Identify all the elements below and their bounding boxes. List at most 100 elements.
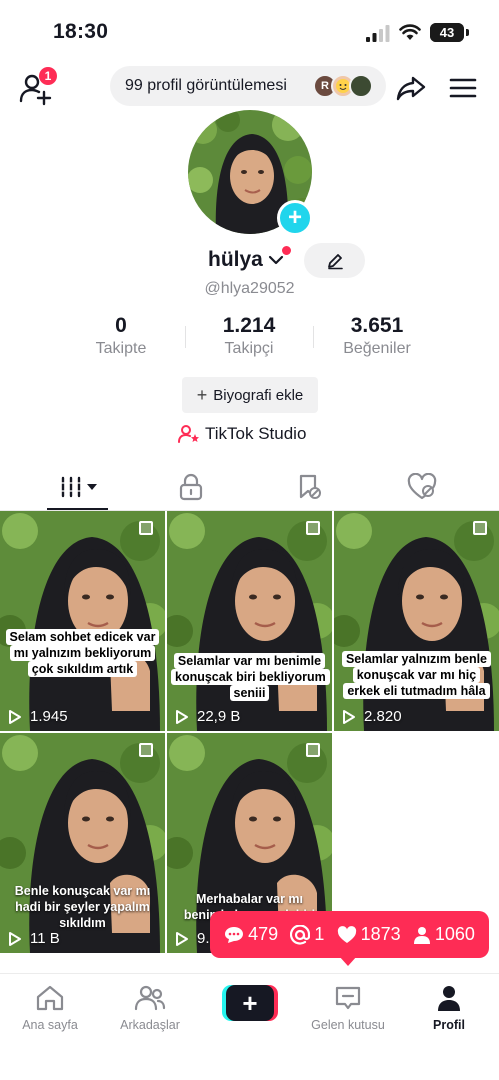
play-count-value: 1.945 xyxy=(30,708,68,725)
popup-followers: 1060 xyxy=(413,924,475,945)
profile-views-label: 99 profil görüntülemesi xyxy=(125,77,287,94)
friends-icon xyxy=(134,985,166,1011)
add-bio-button[interactable]: + Biyografi ekle xyxy=(182,377,318,413)
heart-filled-icon xyxy=(337,925,356,943)
studio-icon xyxy=(178,425,199,443)
inbox-icon xyxy=(335,986,361,1010)
multi-photo-icon xyxy=(139,743,153,757)
multi-photo-icon xyxy=(139,521,153,535)
tiktok-studio-link[interactable]: TikTok Studio xyxy=(178,422,306,446)
tab-videos[interactable] xyxy=(47,469,107,505)
multi-photo-icon xyxy=(473,521,487,535)
edit-profile-button[interactable] xyxy=(304,243,365,278)
nav-label: Profil xyxy=(433,1018,465,1032)
tab-private[interactable] xyxy=(161,469,221,505)
profile-tabs xyxy=(0,465,499,511)
share-icon[interactable] xyxy=(395,72,427,104)
video-thumbnail[interactable]: Selamlar yalnızım benle konuşcak var mı … xyxy=(334,511,499,731)
signal-icon xyxy=(366,25,390,42)
play-icon xyxy=(9,931,21,946)
active-tab-indicator xyxy=(47,508,108,510)
video-caption: Benle konuşcak var mı hadi bir şeyler ya… xyxy=(4,883,161,931)
battery-level: 43 xyxy=(439,25,455,40)
popup-mentions: 1 xyxy=(290,924,324,945)
play-count-value: 22,9 B xyxy=(197,708,241,725)
stat-divider xyxy=(185,326,186,348)
mention-icon xyxy=(290,924,311,945)
video-thumbnail[interactable]: Selam sohbet edicek var mı yalnızım bekl… xyxy=(0,511,165,731)
nav-inbox[interactable]: Gelen kutusu xyxy=(298,984,398,1032)
thumbnail-image xyxy=(0,511,165,731)
comments-count: 479 xyxy=(248,924,279,944)
video-caption: Selamlar var mı benimle konuşcak biri be… xyxy=(171,653,330,701)
play-count: 2.820 xyxy=(342,708,402,725)
wifi-icon xyxy=(399,24,421,40)
play-count: 22,9 B xyxy=(175,708,240,725)
home-icon xyxy=(36,985,64,1011)
user-handle: @hlya29052 xyxy=(204,280,295,297)
stat-label: Beğeniler xyxy=(343,340,411,357)
video-caption: Selamlar yalnızım benle konuşcak var mı … xyxy=(338,651,495,699)
likes-count: 1873 xyxy=(360,924,401,944)
grid-icon xyxy=(58,476,97,498)
stat-divider xyxy=(313,326,314,348)
person-icon xyxy=(413,926,430,944)
nav-label: Ana sayfa xyxy=(22,1018,78,1032)
profile-views-button[interactable]: 99 profil görüntülemesi R xyxy=(110,66,386,106)
battery-nub xyxy=(466,29,469,36)
profile-icon xyxy=(438,986,460,1011)
activity-popup[interactable]: 479 1 1873 1060 xyxy=(210,911,489,958)
nav-home[interactable]: Ana sayfa xyxy=(0,984,100,1032)
nav-label: Gelen kutusu xyxy=(311,1018,385,1032)
notification-badge: 1 xyxy=(39,67,57,85)
tab-favorites[interactable] xyxy=(279,469,339,505)
play-count: 1.945 xyxy=(8,708,68,725)
add-avatar-button[interactable]: + xyxy=(277,200,313,236)
stat-followers[interactable]: 1.214 Takipçi xyxy=(189,314,309,358)
caption-text: Selamlar yalnızım benle konuşcak var mı … xyxy=(341,651,492,699)
play-count-value: 2.820 xyxy=(364,708,402,725)
nav-label: Arkadaşlar xyxy=(120,1018,180,1032)
menu-icon[interactable] xyxy=(449,76,477,100)
add-bio-label: Biyografi ekle xyxy=(213,386,304,404)
stat-label: Takipte xyxy=(95,340,147,357)
studio-label: TikTok Studio xyxy=(205,424,307,443)
pencil-icon xyxy=(327,253,343,269)
username[interactable]: hülya xyxy=(208,248,263,272)
profile-stats: 0 Takipte 1.214 Takipçi 3.651 Beğeniler xyxy=(0,314,499,364)
heart-icon xyxy=(407,473,437,500)
play-icon xyxy=(343,709,355,724)
nav-friends[interactable]: Arkadaşlar xyxy=(100,984,200,1032)
plus-icon: + xyxy=(226,985,274,1021)
mentions-count: 1 xyxy=(314,924,325,944)
followers-count: 1060 xyxy=(434,924,475,944)
status-time: 18:30 xyxy=(53,20,109,43)
multi-photo-icon xyxy=(306,743,320,757)
stat-following[interactable]: 0 Takipte xyxy=(61,314,181,358)
viewer-avatars: R xyxy=(313,74,383,98)
stat-value: 1.214 xyxy=(222,314,276,337)
plus-icon: + xyxy=(196,384,208,405)
video-thumbnail[interactable]: Selamlar var mı benimle konuşcak biri be… xyxy=(167,511,332,731)
play-icon xyxy=(176,931,188,946)
play-icon xyxy=(9,709,21,724)
stat-likes[interactable]: 3.651 Beğeniler xyxy=(317,314,437,358)
video-thumbnail[interactable]: Benle konuşcak var mı hadi bir şeyler ya… xyxy=(0,733,165,953)
nav-profile[interactable]: Profil xyxy=(399,984,499,1032)
popup-likes: 1873 xyxy=(337,924,401,945)
play-icon xyxy=(176,709,188,724)
bookmark-icon xyxy=(299,474,321,499)
play-count-value: 9. xyxy=(197,930,210,947)
notification-dot xyxy=(282,246,291,255)
chevron-down-icon[interactable] xyxy=(268,252,284,268)
popup-comments: 479 xyxy=(224,924,278,945)
create-video-button[interactable]: + xyxy=(222,985,278,1021)
tab-liked[interactable] xyxy=(392,469,452,505)
video-caption: Selam sohbet edicek var mı yalnızım bekl… xyxy=(4,629,161,677)
caption-text: Benle konuşcak var mı hadi bir şeyler ya… xyxy=(14,884,151,930)
popup-pointer xyxy=(339,956,357,966)
comment-icon xyxy=(225,926,244,943)
viewer-avatar xyxy=(349,74,373,98)
battery-icon: 43 xyxy=(430,23,464,42)
play-count-value: 11 B xyxy=(30,930,60,947)
